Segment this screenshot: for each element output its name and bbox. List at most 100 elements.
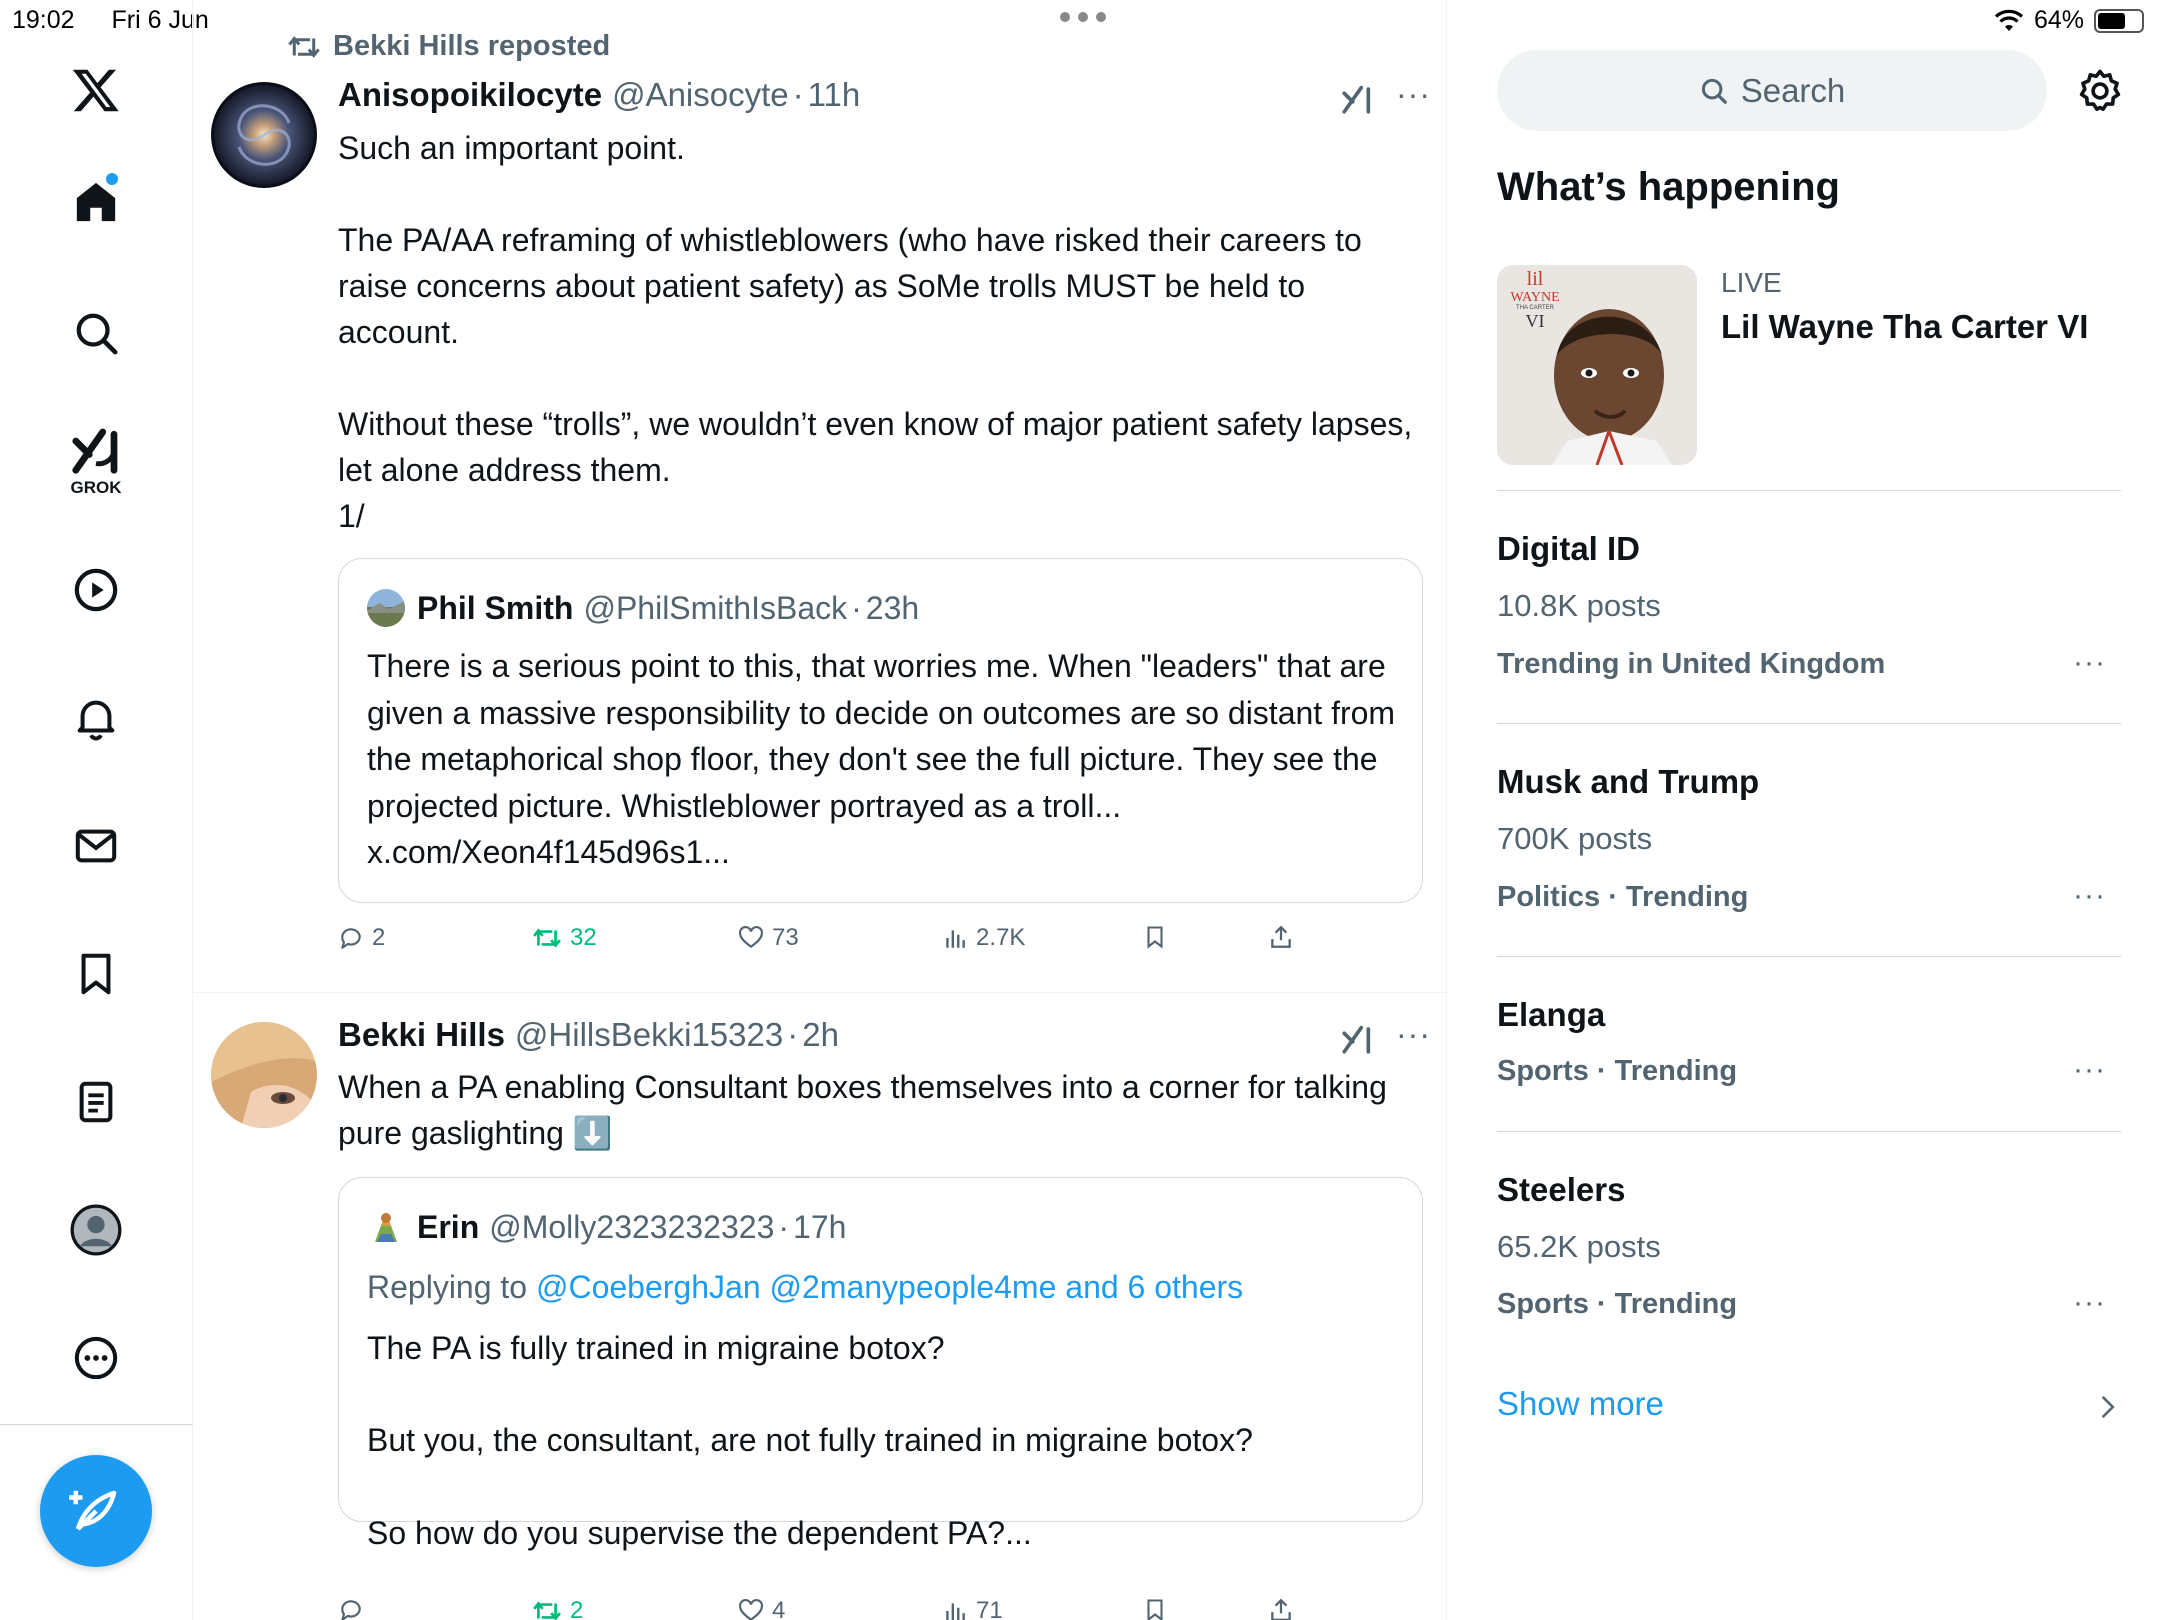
author-avatar[interactable] <box>211 1022 317 1128</box>
live-event-image[interactable]: lil WAYNE THA CARTER VI <box>1497 265 1697 465</box>
grok-icon[interactable] <box>66 420 126 480</box>
quoted-post[interactable]: Erin @Molly2323232323 · 17h Replying to … <box>338 1177 1423 1551</box>
trend-more-icon[interactable]: ··· <box>2073 646 2106 680</box>
quote-author-name: Erin <box>417 1208 480 1245</box>
bookmark-button[interactable] <box>1143 924 1167 950</box>
trend-divider <box>1497 1131 2121 1132</box>
views-count: 2.7K <box>976 924 1026 951</box>
post-actions: 2 4 71 <box>338 1597 1438 1620</box>
post-bekki-hills[interactable]: Bekki Hills @HillsBekki15323 · 2h ··· Wh… <box>193 993 1446 1620</box>
reply-count: 2 <box>372 924 386 951</box>
more-options-icon[interactable] <box>66 1328 126 1388</box>
lists-icon[interactable] <box>66 1072 126 1132</box>
trend-post-count: 700K posts <box>1497 821 1653 856</box>
like-button[interactable]: 4 <box>738 1597 785 1620</box>
trend-meta: Politics · Trending <box>1497 881 1749 913</box>
views-count: 71 <box>976 1597 1003 1620</box>
like-button[interactable]: 73 <box>738 924 799 952</box>
grok-explain-icon[interactable] <box>1340 1022 1374 1056</box>
grok-label: GROK <box>70 478 122 497</box>
reply-button[interactable]: 2 <box>338 924 385 952</box>
profile-avatar-icon[interactable] <box>66 1200 126 1260</box>
post-body: Such an important point. The PA/AA refra… <box>338 125 1413 539</box>
trend-title[interactable]: Steelers <box>1497 1171 1625 1209</box>
trend-meta: Trending in United Kingdom <box>1497 648 1886 680</box>
views-button[interactable]: 2.7K <box>942 924 1025 952</box>
settings-gear-icon[interactable] <box>2077 68 2123 114</box>
quote-paragraph: So how do you supervise the dependent PA… <box>367 1514 1032 1551</box>
replying-to-links[interactable]: @CoeberghJan @2manypeople4me and 6 other… <box>536 1269 1243 1305</box>
trend-title[interactable]: Digital ID <box>1497 530 1640 568</box>
x-logo-icon[interactable] <box>66 60 126 120</box>
search-input[interactable]: Search <box>1497 50 2047 131</box>
trend-divider <box>1497 490 2121 491</box>
live-event-title[interactable]: Lil Wayne Tha Carter VI <box>1721 308 2088 346</box>
quote-body: Replying to @CoeberghJan @2manypeople4me… <box>367 1264 1397 1556</box>
author-handle[interactable]: @HillsBekki15323 <box>515 1016 783 1054</box>
repost-icon <box>288 35 320 58</box>
repost-button[interactable]: 32 <box>532 924 597 952</box>
trend-title[interactable]: Elanga <box>1497 996 1605 1034</box>
grok-explain-icon[interactable] <box>1340 82 1374 116</box>
bookmark-button[interactable] <box>1143 1597 1167 1620</box>
reply-icon <box>341 928 361 949</box>
post-header: Anisopoikilocyte @Anisocyte · 11h <box>338 76 861 114</box>
share-icon <box>1271 1598 1291 1620</box>
post-more-icon[interactable]: ··· <box>1396 1016 1431 1053</box>
like-count: 73 <box>772 924 799 951</box>
quote-time: 23h <box>865 589 920 626</box>
author-name[interactable]: Anisopoikilocyte <box>338 76 602 114</box>
post-header: Bekki Hills @HillsBekki15323 · 2h <box>338 1016 839 1054</box>
quote-author-handle: @Molly2323232323 <box>489 1208 775 1245</box>
videos-play-icon[interactable] <box>66 560 126 620</box>
notifications-bell-icon[interactable] <box>66 688 126 748</box>
quoted-post[interactable]: Phil Smith @PhilSmithIsBack · 23h There … <box>338 558 1423 903</box>
quote-author-avatar <box>367 589 405 627</box>
author-handle[interactable]: @Anisocyte <box>612 76 789 114</box>
bookmark-icon <box>1147 926 1163 949</box>
quote-author-handle: @PhilSmithIsBack <box>583 589 848 626</box>
bookmarks-icon[interactable] <box>66 944 126 1004</box>
like-count: 4 <box>772 1597 786 1620</box>
search-placeholder: Search <box>1740 71 1846 109</box>
whats-happening-heading: What’s happening <box>1497 165 1840 209</box>
share-button[interactable] <box>1268 1597 1294 1620</box>
post-actions: 2 32 73 2.7K <box>338 924 1438 964</box>
post-paragraph: The PA/AA reframing of whistleblowers (w… <box>338 222 1362 350</box>
repost-count: 32 <box>570 924 597 951</box>
trend-more-icon[interactable]: ··· <box>2073 879 2106 913</box>
quote-paragraph: But you, the consultant, are not fully t… <box>367 1422 1253 1458</box>
repost-button[interactable]: 2 <box>532 1597 583 1620</box>
trend-more-icon[interactable]: ··· <box>2073 1286 2106 1320</box>
quote-author-name: Phil Smith <box>417 589 574 626</box>
post-more-icon[interactable]: ··· <box>1396 76 1431 113</box>
post-anisopoikilocyte[interactable]: Bekki Hills reposted Anisopoikilocyte @A… <box>193 0 1446 992</box>
heart-icon <box>739 1598 763 1620</box>
quote-time: 17h <box>793 1208 847 1245</box>
compose-post-button[interactable] <box>40 1455 152 1567</box>
trend-title[interactable]: Musk and Trump <box>1497 763 1759 801</box>
explore-search-icon[interactable] <box>66 303 126 363</box>
replying-to: Replying to @CoeberghJan @2manypeople4me… <box>367 1264 1397 1311</box>
quote-author-avatar <box>367 1208 405 1246</box>
trend-divider <box>1497 723 2121 724</box>
trend-more-icon[interactable]: ··· <box>2073 1053 2106 1087</box>
post-time[interactable]: 11h <box>808 76 861 114</box>
timeline-feed[interactable]: Bekki Hills reposted Anisopoikilocyte @A… <box>193 0 1447 1620</box>
post-paragraph: Such an important point. <box>338 130 685 166</box>
chevron-right-icon[interactable] <box>2097 1394 2117 1420</box>
show-more-link[interactable]: Show more <box>1497 1385 1664 1423</box>
author-avatar[interactable] <box>211 82 317 188</box>
repost-indicator: Bekki Hills reposted <box>287 30 610 63</box>
album-cover-text: lil <box>1527 268 1544 290</box>
replying-prefix: Replying to <box>367 1269 528 1305</box>
views-button[interactable]: 71 <box>942 1597 1003 1620</box>
trend-divider <box>1497 956 2121 957</box>
author-name[interactable]: Bekki Hills <box>338 1016 505 1054</box>
post-time[interactable]: 2h <box>802 1016 839 1054</box>
messages-envelope-icon[interactable] <box>66 816 126 876</box>
share-button[interactable] <box>1268 924 1294 950</box>
nav-divider <box>0 1424 193 1425</box>
reply-button[interactable] <box>338 1597 372 1620</box>
quote-header: Erin @Molly2323232323 · 17h <box>367 1208 846 1246</box>
